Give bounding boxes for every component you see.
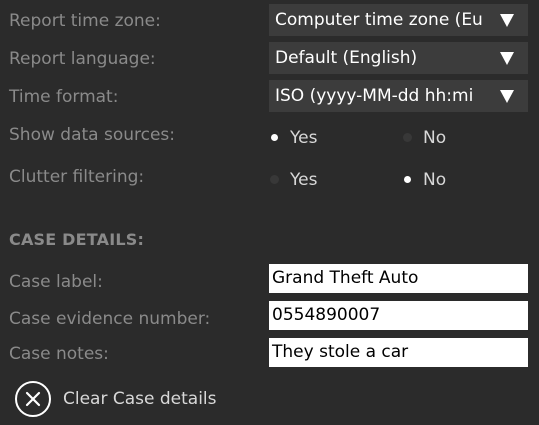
time-zone-label: Report time zone:: [9, 11, 161, 31]
report-settings-panel: Report time zone: Computer time zone (Eu…: [0, 0, 539, 425]
radio-dot-icon: [270, 175, 279, 184]
radio-dot-icon: [404, 176, 411, 183]
clutter-filtering-yes-label: Yes: [290, 170, 318, 190]
time-format-value: ISO (yyyy-MM-dd hh:mi: [275, 86, 474, 106]
case-label-input[interactable]: Grand Theft Auto: [269, 264, 528, 293]
dropdown-arrow-icon: [500, 90, 514, 103]
show-data-sources-no-label: No: [423, 128, 447, 148]
dropdown-arrow-icon: [500, 52, 514, 65]
case-details-heading: CASE DETAILS:: [9, 230, 145, 249]
language-dropdown[interactable]: Default (English): [269, 42, 528, 74]
clutter-filtering-no-label: No: [423, 170, 447, 190]
case-notes-input[interactable]: They stole a car: [269, 338, 528, 367]
case-label-label: Case label:: [9, 272, 103, 292]
radio-dot-icon: [271, 134, 278, 141]
evidence-number-label: Case evidence number:: [9, 309, 211, 329]
time-zone-dropdown[interactable]: Computer time zone (Eu: [269, 4, 528, 36]
case-notes-label: Case notes:: [9, 344, 109, 364]
language-value: Default (English): [275, 48, 418, 68]
radio-dot-icon: [403, 133, 412, 142]
clear-case-details-label: Clear Case details: [63, 389, 217, 409]
clutter-filtering-label: Clutter filtering:: [9, 167, 145, 187]
time-zone-value: Computer time zone (Eu: [275, 10, 483, 30]
language-label: Report language:: [9, 49, 156, 69]
show-data-sources-label: Show data sources:: [9, 125, 176, 145]
close-circle-icon: [15, 381, 51, 417]
time-format-dropdown[interactable]: ISO (yyyy-MM-dd hh:mi: [269, 80, 528, 112]
evidence-number-input[interactable]: 0554890007: [269, 301, 528, 330]
show-data-sources-yes-label: Yes: [290, 128, 318, 148]
dropdown-arrow-icon: [500, 14, 514, 27]
time-format-label: Time format:: [9, 87, 119, 107]
